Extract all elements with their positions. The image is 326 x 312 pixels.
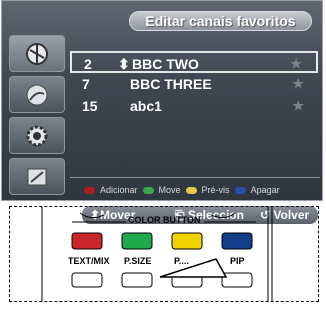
channel-name: BBC THREE <box>130 76 212 92</box>
tools-icon[interactable] <box>9 158 65 195</box>
favorite-star-icon[interactable]: ★ <box>292 98 304 114</box>
channel-row[interactable]: 2 ⬍ BBC TWO ★ <box>70 51 318 73</box>
channel-number: 2 <box>84 56 92 72</box>
legend-delete: Apagar <box>250 185 280 195</box>
text-mix-label: TEXT/MIX <box>68 256 110 266</box>
channel-name: abc1 <box>130 98 162 114</box>
blue-dot-icon <box>234 186 246 194</box>
satellite-dish-icon[interactable] <box>9 35 65 72</box>
color-legend: Adicionar Move Pré-vis Apagar <box>84 185 280 195</box>
favorite-star-icon[interactable]: ★ <box>292 76 304 92</box>
channel-row[interactable]: 15 abc1 ★ <box>70 95 318 117</box>
yellow-dot-icon <box>185 186 197 194</box>
pip-label: PIP <box>230 256 245 266</box>
channel-number: 15 <box>82 98 98 114</box>
legend-preview: Pré-vis <box>201 185 230 195</box>
red-dot-icon <box>84 186 95 194</box>
color-button-header: COLOR BUTTON <box>128 215 201 225</box>
p-label: P.... <box>174 256 189 266</box>
legend-add: Adicionar <box>100 185 138 195</box>
gear-icon[interactable] <box>9 117 65 154</box>
legend-move: Move <box>158 185 181 195</box>
green-dot-icon <box>142 186 154 194</box>
channel-number: 7 <box>82 76 90 92</box>
remote-control-illustration: COLOR BUTTON TEXT/MIX P.SIZE P.... PIP <box>9 206 319 302</box>
channel-list: 2 ⬍ BBC TWO ★ 7 BBC THREE ★ 15 abc1 ★ <box>70 51 318 117</box>
channel-name: BBC TWO <box>132 56 199 72</box>
screen-title: Editar canais favoritos <box>129 11 312 31</box>
favorite-star-icon[interactable]: ★ <box>290 56 302 72</box>
tv-osd-screen: Editar canais favoritos 2 ⬍ BBC TWO ★ 7 … <box>1 0 323 201</box>
channel-row[interactable]: 7 BBC THREE ★ <box>70 73 318 95</box>
sidebar <box>9 35 65 197</box>
move-arrows-icon: ⬍ <box>118 56 130 72</box>
globe-icon[interactable] <box>9 76 65 113</box>
p-size-label: P.SIZE <box>124 256 152 266</box>
